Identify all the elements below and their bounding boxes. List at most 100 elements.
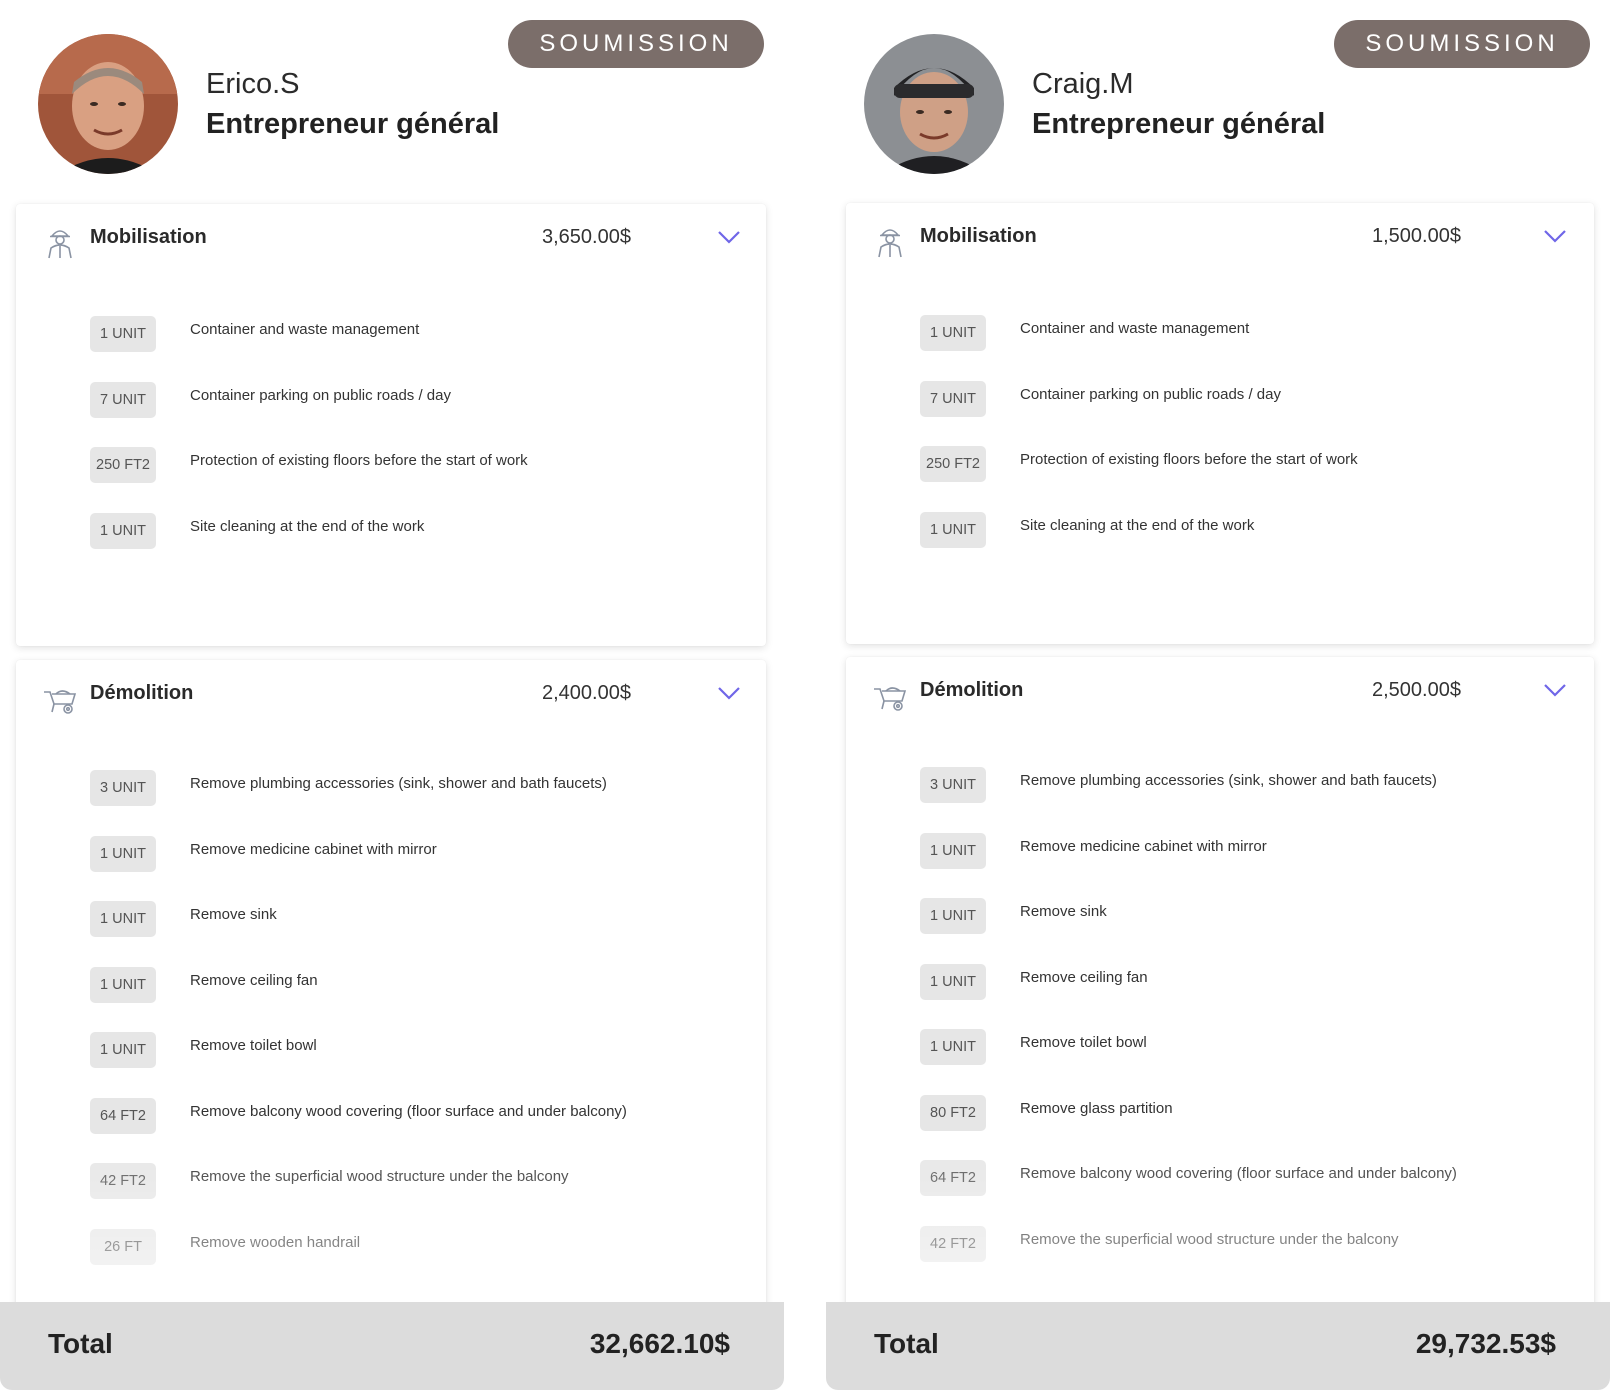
total-bar: Total 29,732.53$	[826, 1302, 1610, 1390]
quantity-badge: 26 FT	[90, 1228, 156, 1265]
item-description: Remove ceiling fan	[190, 971, 318, 989]
list-item: 42 FT2 Remove the superficial wood struc…	[920, 1225, 1594, 1292]
list-item: 26 FT Remove wooden handrail	[90, 1228, 766, 1295]
list-item: 1 UNIT Container and waste management	[920, 315, 1594, 381]
quantity-badge: 1 UNIT	[90, 835, 156, 872]
quantity-badge: 1 UNIT	[920, 963, 986, 1000]
section-price: 2,500.00$	[1372, 679, 1461, 701]
item-description: Container parking on public roads / day	[1020, 385, 1281, 403]
quantity-badge: 3 UNIT	[90, 770, 156, 806]
worker-icon	[878, 229, 902, 258]
list-item: 1 UNIT Remove toilet bowl	[90, 1032, 766, 1098]
quantity-badge: 1 UNIT	[920, 315, 986, 351]
list-item: 1 UNIT Remove sink	[90, 901, 766, 967]
contractor-header: Craig.M Entrepreneur général SOUMISSION …	[826, 0, 1610, 200]
item-description: Remove glass partition	[1020, 1099, 1173, 1117]
section-header[interactable]: Démolition 2,500.00$	[846, 657, 1594, 725]
list-item: 250 FT2 Protection of existing floors be…	[920, 446, 1594, 512]
chevron-down-icon[interactable]	[716, 228, 742, 246]
avatar	[38, 34, 178, 174]
quantity-badge: 1 UNIT	[90, 901, 156, 937]
contractor-role: Entrepreneur général	[206, 108, 500, 140]
chevron-down-icon[interactable]	[716, 684, 742, 702]
item-description: Remove wooden handrail	[190, 1233, 361, 1251]
contractor-role: Entrepreneur général	[1032, 108, 1326, 140]
item-description: Remove ceiling fan	[1020, 968, 1148, 986]
total-label: Total	[48, 1328, 113, 1359]
quantity-badge: 1 UNIT	[920, 511, 986, 548]
section-header[interactable]: Mobilisation 1,500.00$	[846, 203, 1594, 271]
item-description: Remove balcony wood covering (floor surf…	[190, 1102, 627, 1120]
avatar-photo	[864, 34, 1004, 174]
quantity-badge: 250 FT2	[90, 447, 156, 483]
item-description: Remove toilet bowl	[1020, 1034, 1147, 1051]
worker-icon	[48, 230, 72, 259]
item-description: Protection of existing floors before the…	[1020, 451, 1358, 468]
item-description: Site cleaning at the end of the work	[190, 517, 425, 535]
section-header[interactable]: Mobilisation 3,650.00$	[16, 204, 766, 272]
quantity-badge: 64 FT2	[920, 1160, 986, 1196]
list-item: 1 UNIT Remove sink	[920, 898, 1594, 964]
quantity-badge: 42 FT2	[920, 1225, 986, 1262]
quantity-badge: 1 UNIT	[920, 832, 986, 869]
line-items: 1 UNIT Container and waste management 7 …	[90, 316, 766, 578]
item-description: Remove plumbing accessories (sink, showe…	[190, 775, 607, 792]
submission-column-1: Erico.S Entrepreneur général SOUMISSION …	[0, 0, 784, 1390]
quantity-badge: 64 FT2	[90, 1097, 156, 1134]
list-item: 1 UNIT Site cleaning at the end of the w…	[90, 512, 766, 579]
list-item: 1 UNIT Remove toilet bowl	[920, 1029, 1594, 1095]
list-item: 64 FT2 Remove balcony wood covering (flo…	[90, 1097, 766, 1164]
chevron-down-icon[interactable]	[1542, 227, 1568, 245]
list-item: 7 UNIT Container parking on public roads…	[920, 380, 1594, 447]
item-description: Remove balcony wood covering (floor surf…	[1020, 1165, 1457, 1182]
list-item: 80 FT2 Remove glass partition	[920, 1094, 1594, 1161]
total-label: Total	[874, 1328, 939, 1359]
section-card-mobilisation: Mobilisation 3,650.00$ 1 UNIT Container …	[16, 204, 766, 646]
quantity-badge: 3 UNIT	[920, 767, 986, 803]
item-description: Remove the superficial wood structure un…	[1020, 1230, 1399, 1248]
list-item: 1 UNIT Container and waste management	[90, 316, 766, 382]
item-description: Remove toilet bowl	[190, 1037, 317, 1054]
submission-column-2: Craig.M Entrepreneur général SOUMISSION …	[826, 0, 1610, 1390]
quantity-badge: 1 UNIT	[920, 1029, 986, 1065]
item-description: Container and waste management	[190, 321, 420, 338]
item-description: Container and waste management	[1020, 320, 1250, 337]
submission-badge: SOUMISSION #2	[1334, 20, 1590, 105]
list-item: 1 UNIT Remove medicine cabinet with mirr…	[90, 835, 766, 902]
list-item: 1 UNIT Remove ceiling fan	[90, 966, 766, 1033]
list-item: 3 UNIT Remove plumbing accessories (sink…	[920, 767, 1594, 833]
list-item: 3 UNIT Remove plumbing accessories (sink…	[90, 770, 766, 836]
list-item: 42 FT2 Remove the superficial wood struc…	[90, 1163, 766, 1229]
section-header[interactable]: Démolition 2,400.00$	[16, 660, 766, 728]
quantity-badge: 80 FT2	[920, 1094, 986, 1131]
section-price: 1,500.00$	[1372, 225, 1461, 247]
list-item: 1 UNIT Remove ceiling fan	[920, 963, 1594, 1030]
avatar	[864, 34, 1004, 174]
quantity-badge: 1 UNIT	[920, 898, 986, 934]
quantity-badge: 7 UNIT	[90, 381, 156, 418]
contractor-name: Erico.S	[206, 68, 300, 100]
contractor-name: Craig.M	[1032, 68, 1134, 100]
quantity-badge: 1 UNIT	[90, 316, 156, 352]
item-description: Site cleaning at the end of the work	[1020, 516, 1255, 534]
item-description: Remove medicine cabinet with mirror	[1020, 837, 1267, 855]
wheelbarrow-icon	[44, 690, 77, 714]
quantity-badge: 250 FT2	[920, 446, 986, 482]
quantity-badge: 1 UNIT	[90, 512, 156, 549]
total-value: 29,732.53$	[1415, 1328, 1556, 1359]
item-description: Protection of existing floors before the…	[190, 452, 528, 469]
section-price: 3,650.00$	[542, 226, 631, 248]
quantity-badge: 1 UNIT	[90, 1032, 156, 1068]
line-items: 3 UNIT Remove plumbing accessories (sink…	[920, 767, 1594, 1291]
item-description: Remove sink	[1020, 903, 1107, 920]
item-description: Remove the superficial wood structure un…	[190, 1168, 569, 1185]
chevron-down-icon[interactable]	[1542, 681, 1568, 699]
list-item: 64 FT2 Remove balcony wood covering (flo…	[920, 1160, 1594, 1226]
quantity-badge: 42 FT2	[90, 1163, 156, 1199]
total-bar: Total 32,662.10$	[0, 1302, 784, 1390]
list-item: 250 FT2 Protection of existing floors be…	[90, 447, 766, 513]
contractor-header: Erico.S Entrepreneur général SOUMISSION …	[0, 0, 770, 200]
section-title: Mobilisation	[920, 225, 1037, 247]
submission-badge: SOUMISSION #1	[508, 20, 764, 105]
section-title: Démolition	[90, 682, 194, 704]
